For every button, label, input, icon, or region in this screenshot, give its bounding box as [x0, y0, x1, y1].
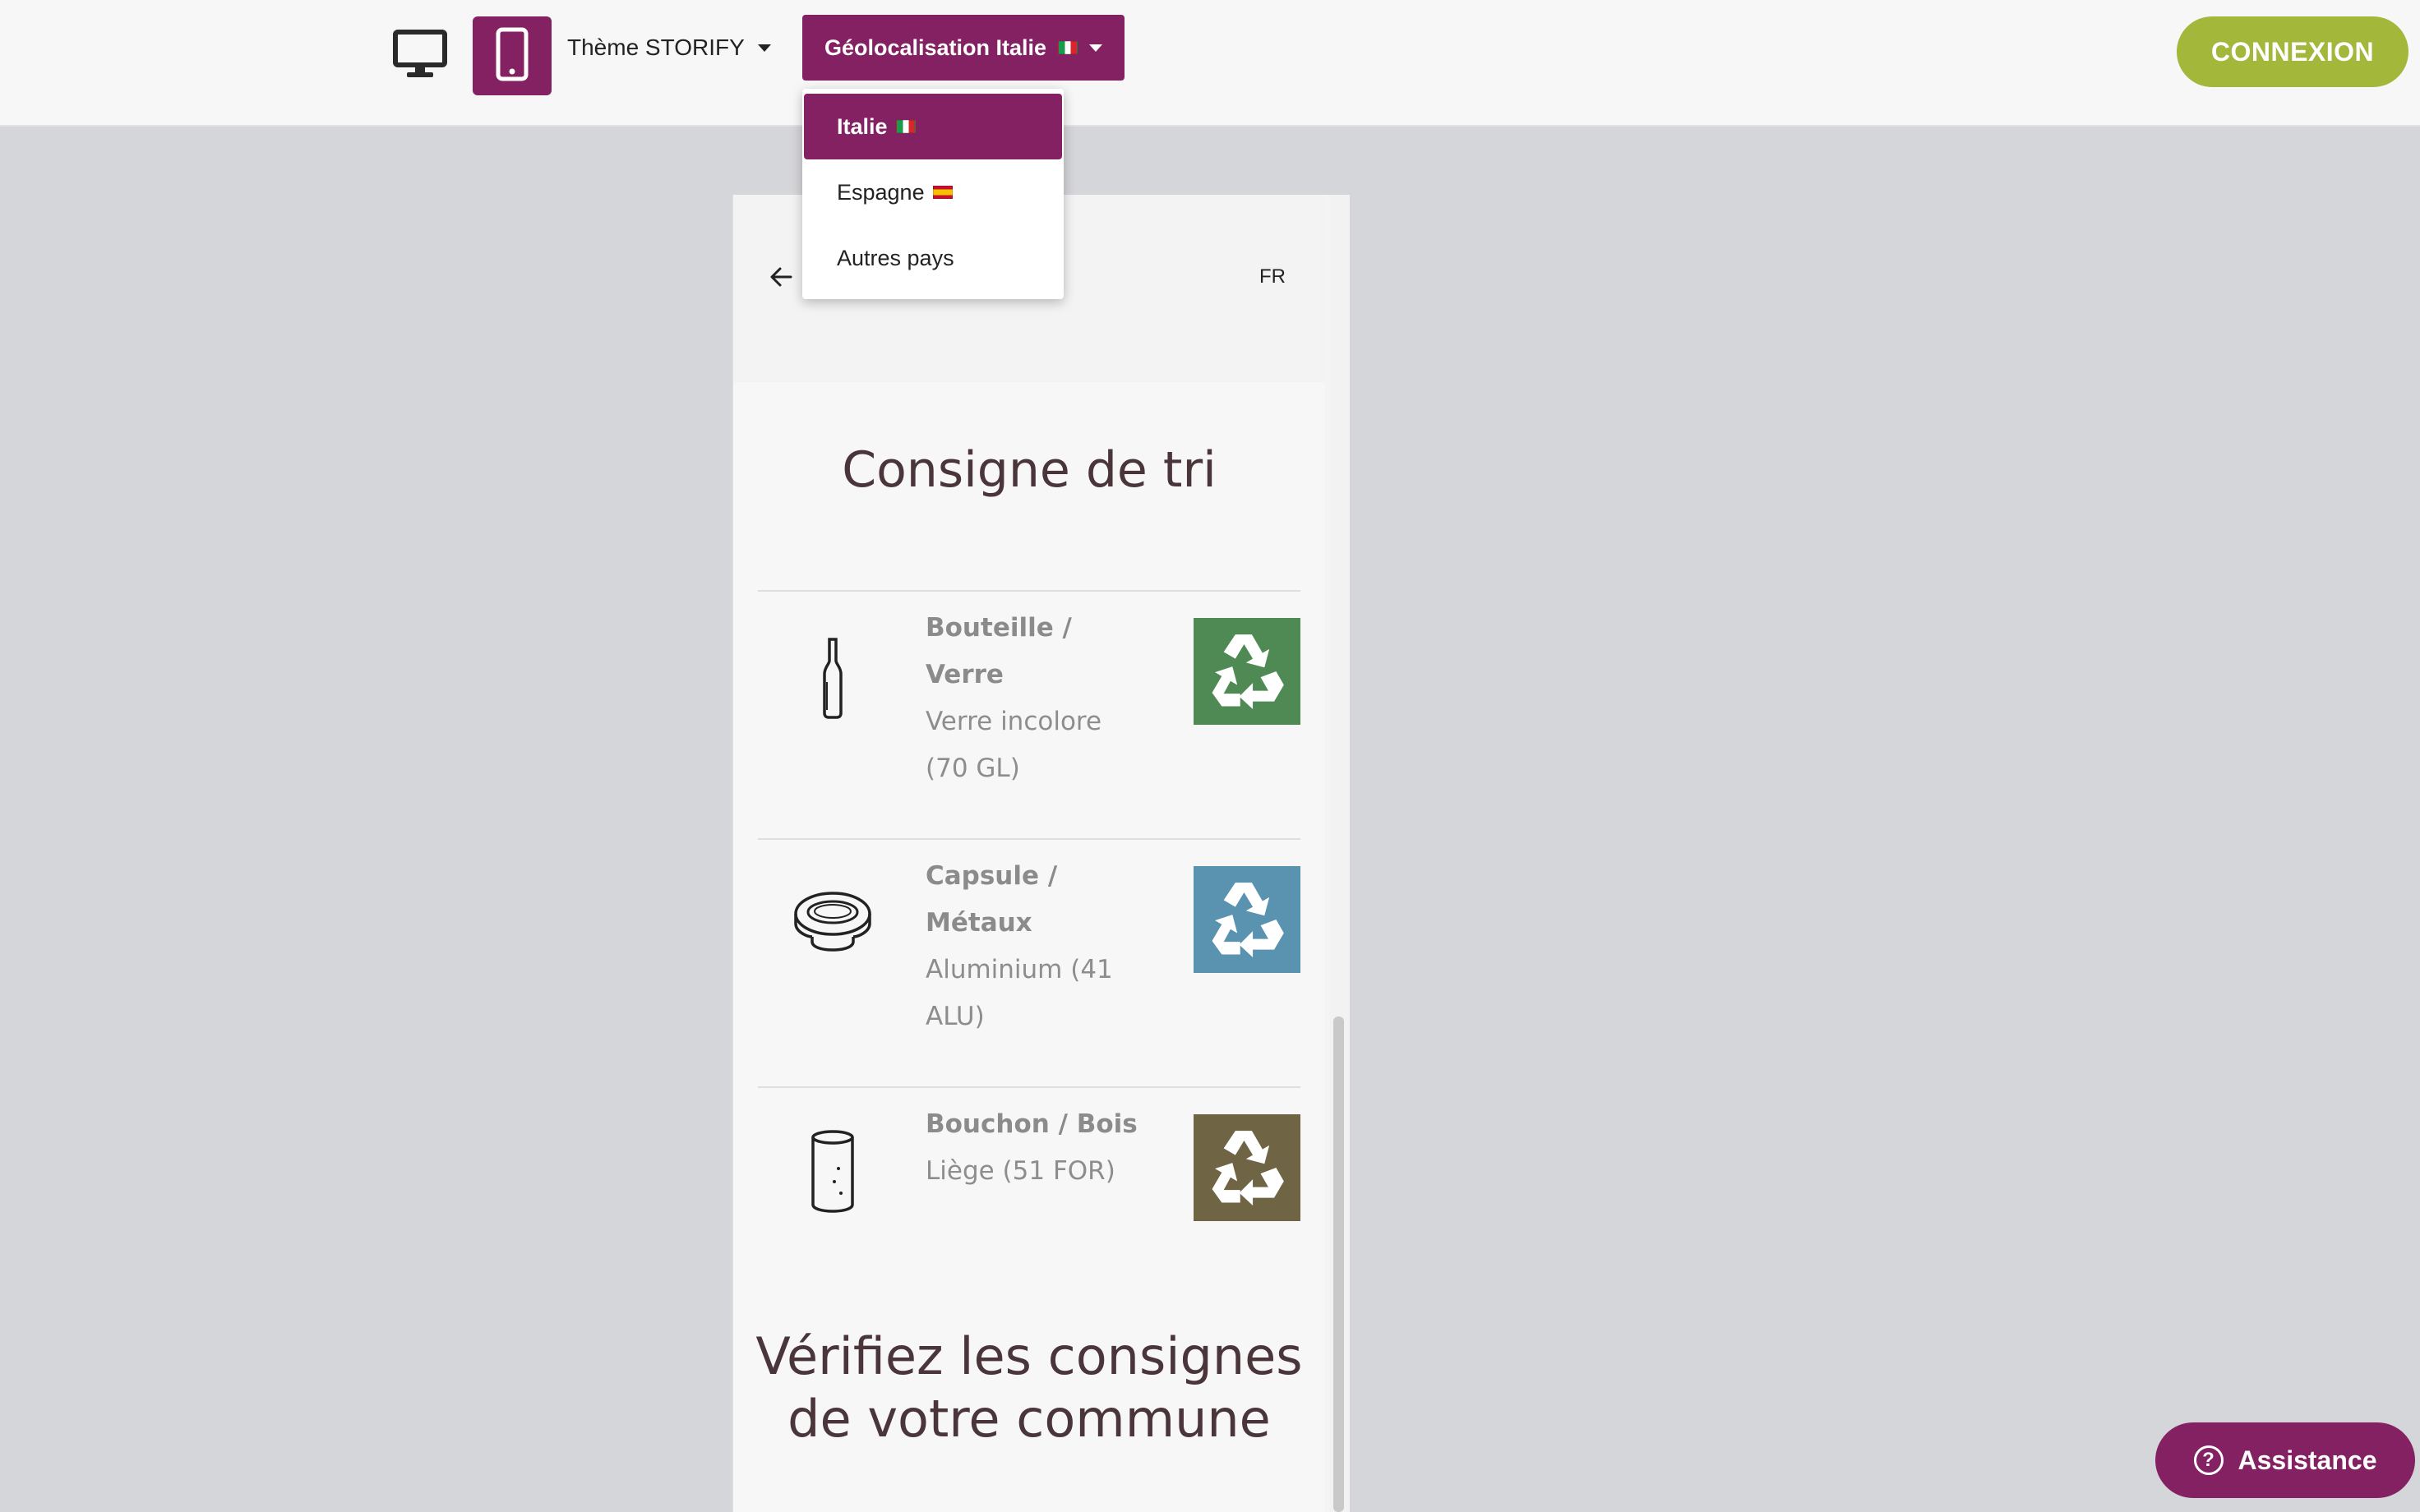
list-item: Bouchon / Bois Liège (51 FOR): [758, 1086, 1300, 1269]
menu-item-espagne[interactable]: Espagne: [804, 159, 1062, 225]
chevron-down-icon: [757, 44, 771, 52]
geolocation-menu: Italie Espagne Autres pays: [802, 89, 1064, 299]
top-bar: Thème STORIFY Géolocalisation Italie CON…: [0, 0, 2420, 127]
list-item: Bouteille / Verre Verre incolore (70 GL): [758, 590, 1300, 838]
commune-title: Vérifiez les consignes de votre commune: [755, 1326, 1303, 1449]
recycle-icon: [1194, 866, 1300, 973]
menu-item-italie[interactable]: Italie: [804, 94, 1062, 159]
assistance-label: Assistance: [2238, 1445, 2377, 1475]
sorting-title: Consigne de tri: [842, 441, 1217, 499]
item-material: Aluminium (41 ALU): [926, 955, 1113, 1031]
chevron-down-icon: [1089, 44, 1103, 52]
italy-flag-icon: [895, 120, 916, 133]
item-material: Verre incolore (70 GL): [926, 707, 1102, 783]
theme-dropdown[interactable]: Thème STORIFY: [567, 16, 771, 79]
geolocation-dropdown[interactable]: Géolocalisation Italie: [802, 15, 1125, 81]
desktop-view-button[interactable]: [381, 16, 460, 95]
language-selector[interactable]: FR: [1259, 265, 1286, 288]
geolocation-label: Géolocalisation Italie: [824, 35, 1047, 60]
mobile-view-button[interactable]: [473, 16, 552, 95]
bottle-icon: [787, 633, 878, 723]
preview-content: Consigne de tri Bouteille / Verre Verre …: [733, 382, 1325, 1512]
desktop-icon: [393, 29, 447, 83]
item-name: Capsule / Métaux: [926, 861, 1058, 938]
list-item: Capsule / Métaux Aluminium (41 ALU): [758, 838, 1300, 1086]
cork-icon: [787, 1127, 878, 1218]
item-name: Bouteille / Verre: [926, 613, 1072, 689]
menu-item-autres-pays[interactable]: Autres pays: [804, 225, 1062, 291]
smartphone-icon: [496, 27, 529, 85]
recycle-icon: [1194, 618, 1300, 725]
italy-flag-icon: [1058, 41, 1078, 54]
theme-label: Thème STORIFY: [567, 35, 745, 60]
recycle-icon: [1194, 1114, 1300, 1221]
capsule-icon: [787, 881, 878, 971]
item-name: Bouchon / Bois: [926, 1109, 1138, 1139]
help-circle-icon: ?: [2193, 1445, 2224, 1475]
mobile-preview: FR Consigne de tri Bouteille / Verre Ver…: [732, 195, 1350, 1512]
spain-flag-icon: [932, 186, 953, 199]
arrow-left-icon[interactable]: [766, 262, 796, 292]
item-material: Liège (51 FOR): [926, 1156, 1115, 1186]
preview-scrollbar-thumb[interactable]: [1333, 1016, 1344, 1512]
assistance-button[interactable]: ? Assistance: [2155, 1422, 2415, 1498]
login-button[interactable]: CONNEXION: [2177, 16, 2408, 87]
